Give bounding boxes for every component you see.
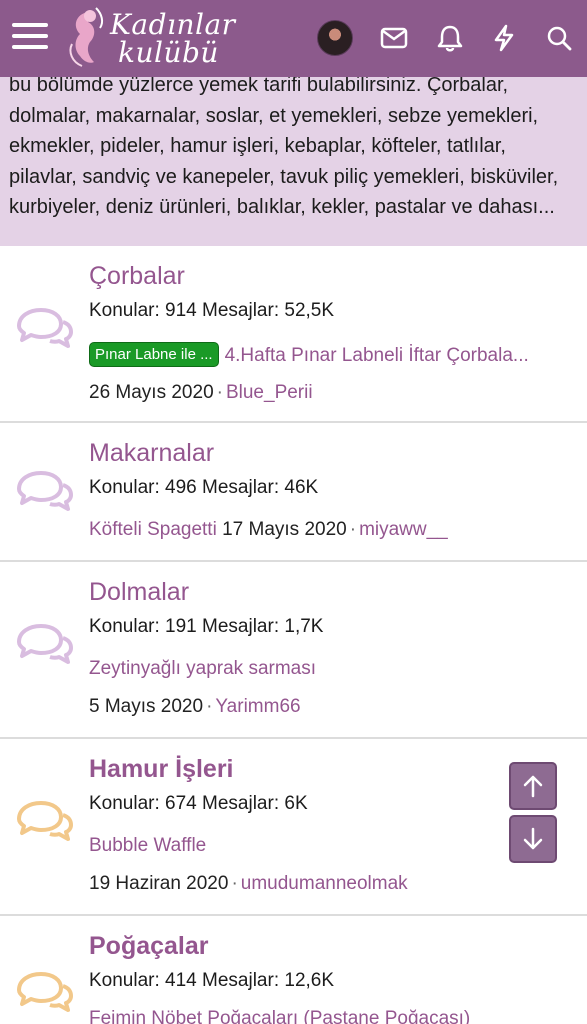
latest-date: 26 Mayıs 2020 [89, 382, 214, 403]
forum-title[interactable]: Makarnalar [89, 439, 214, 468]
latest-thread-title[interactable]: Köfteli Spagetti [89, 519, 217, 540]
forum-stats: Konular: 191 Mesajlar: 1,7K [89, 616, 324, 637]
forum-title[interactable]: Hamur İşleri [89, 755, 234, 784]
forum-stats: Konular: 414 Mesajlar: 12,6K [89, 970, 335, 991]
lightning-icon[interactable] [484, 18, 524, 58]
scroll-to-bottom-button[interactable] [509, 815, 557, 863]
bell-icon[interactable] [430, 18, 470, 58]
menu-icon[interactable] [12, 23, 48, 53]
latest-thread-title[interactable]: Bubble Waffle [89, 835, 206, 857]
latest-meta: 19 Haziran 2020 · umudumanneolmak [89, 873, 408, 894]
forum-title[interactable]: Dolmalar [89, 578, 189, 607]
logo-text-line2: kulübü [118, 36, 219, 69]
forum-bubble-unread-icon [17, 972, 73, 1012]
site-logo[interactable]: Kadınlar kulübü [66, 4, 236, 72]
forum-node-dolmalar[interactable]: Dolmalar Konular: 191 Mesajlar: 1,7K Zey… [0, 562, 587, 739]
latest-date: 17 Mayıs 2020 [222, 519, 347, 540]
latest-user[interactable]: miyaww__ [359, 519, 448, 540]
forum-list: Çorbalar Konular: 914 Mesajlar: 52,5K Pı… [0, 246, 587, 1024]
latest-user[interactable]: Yarimm66 [215, 696, 300, 717]
latest-meta: Köfteli Spagetti 17 Mayıs 2020 · miyaww__ [89, 519, 448, 540]
forum-bubble-icon [17, 308, 73, 348]
forum-node-makarnalar[interactable]: Makarnalar Konular: 496 Mesajlar: 46K Kö… [0, 423, 587, 562]
forum-title[interactable]: Çorbalar [89, 262, 185, 291]
user-avatar[interactable] [317, 20, 353, 56]
latest-thread[interactable]: Pınar Labne ile ... 4.Hafta Pınar Labneli… [89, 342, 529, 367]
logo-figure-icon [69, 7, 104, 67]
forum-bubble-icon [17, 624, 73, 664]
forum-title[interactable]: Poğaçalar [89, 932, 209, 961]
search-icon[interactable] [539, 18, 579, 58]
latest-user[interactable]: Blue_Perii [226, 382, 313, 403]
top-navigation-bar: Kadınlar kulübü [0, 0, 587, 77]
latest-thread-title[interactable]: Zeytinyağlı yaprak sarması [89, 658, 316, 680]
arrow-up-icon [523, 775, 543, 798]
latest-date: 19 Haziran 2020 [89, 873, 229, 894]
latest-meta: 5 Mayıs 2020 · Yarimm66 [89, 696, 301, 717]
forum-stats: Konular: 914 Mesajlar: 52,5K [89, 300, 335, 321]
latest-date: 5 Mayıs 2020 [89, 696, 204, 717]
arrow-down-icon [523, 827, 543, 850]
forum-bubble-unread-icon [17, 801, 73, 841]
forum-node-hamur-isleri[interactable]: Hamur İşleri Konular: 674 Mesajlar: 6K B… [0, 739, 587, 916]
forum-bubble-icon [17, 471, 73, 511]
thread-prefix-badge[interactable]: Pınar Labne ile ... [89, 342, 219, 367]
forum-node-corbalar[interactable]: Çorbalar Konular: 914 Mesajlar: 52,5K Pı… [0, 246, 587, 423]
category-description: bu bölümde yüzlerce yemek tarifi bulabil… [0, 60, 587, 246]
forum-stats: Konular: 674 Mesajlar: 6K [89, 793, 308, 814]
latest-meta: 26 Mayıs 2020 · Blue_Perii [89, 382, 313, 403]
forum-node-pogacalar[interactable]: Poğaçalar Konular: 414 Mesajlar: 12,6K F… [0, 916, 587, 1024]
inbox-icon[interactable] [374, 18, 414, 58]
latest-user[interactable]: umudumanneolmak [241, 873, 408, 894]
scroll-to-top-button[interactable] [509, 762, 557, 810]
latest-thread-title[interactable]: Feimin Nöbet Poğaçaları (Pastane Poğaças… [89, 1008, 470, 1024]
forum-stats: Konular: 496 Mesajlar: 46K [89, 477, 319, 498]
latest-thread-title[interactable]: 4.Hafta Pınar Labneli İftar Çorbala... [225, 345, 529, 366]
